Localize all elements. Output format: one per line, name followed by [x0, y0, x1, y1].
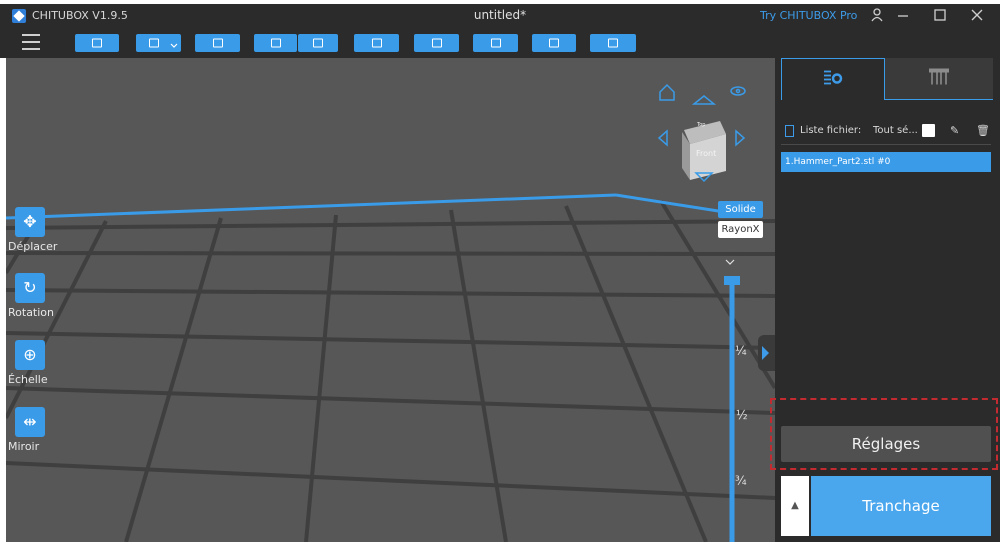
tool-move[interactable]: ✥ Déplacer: [8, 207, 68, 253]
rotate-icon[interactable]: ↻: [15, 273, 45, 303]
layer-slider-handle[interactable]: [724, 276, 740, 285]
file-list-header: Liste fichier: Tout sé... ✎ 🗑: [785, 124, 995, 140]
select-all-checkbox[interactable]: [922, 124, 935, 137]
auto-arrange-icon[interactable]: [195, 34, 240, 52]
chevron-down-icon: [725, 259, 735, 265]
slider-quarter-label: ¼: [735, 344, 747, 358]
trash-icon[interactable]: 🗑: [976, 124, 990, 137]
build-plate-grid: [6, 83, 775, 542]
tool-scale[interactable]: ⊕ Échelle: [8, 340, 68, 386]
slice-button[interactable]: Tranchage: [811, 476, 991, 536]
tool-mirror[interactable]: ⇹ Miroir: [8, 407, 68, 453]
main-toolbar: [0, 28, 1000, 58]
dig-hole-icon[interactable]: [532, 34, 576, 52]
render-mode-solid[interactable]: Solide: [718, 201, 763, 218]
list-gear-icon: [823, 69, 843, 90]
close-icon[interactable]: [962, 6, 992, 26]
tab-model-settings[interactable]: [781, 58, 885, 100]
view-cube-front-label[interactable]: Front: [696, 149, 716, 158]
divider: [781, 144, 991, 145]
edit-icon[interactable]: ✎: [950, 124, 959, 137]
slider-three-quarter-label: ¾: [735, 474, 747, 488]
list-item[interactable]: 1.Hammer_Part2.stl #0: [781, 152, 991, 172]
save-icon[interactable]: [136, 34, 181, 52]
minimize-icon[interactable]: [888, 6, 918, 26]
chevron-right-icon: [762, 346, 769, 360]
group-icon[interactable]: [414, 34, 459, 52]
scale-icon[interactable]: ⊕: [15, 340, 45, 370]
view-cube-top-label[interactable]: Top: [697, 122, 705, 128]
hollow-icon[interactable]: [473, 34, 518, 52]
hamburger-menu-icon[interactable]: [22, 34, 40, 50]
tab-support[interactable]: [885, 58, 993, 100]
open-file-icon[interactable]: [75, 34, 119, 52]
try-pro-link[interactable]: Try CHITUBOX Pro: [760, 9, 857, 22]
tool-scale-label: Échelle: [8, 373, 48, 386]
render-mode-xray[interactable]: RayonX: [718, 221, 763, 238]
add-model-icon[interactable]: [590, 34, 636, 52]
3d-viewport[interactable]: Front Top ¼ ½ ¾ ✥ Déplacer ↻ Rotation ⊕ …: [6, 58, 775, 542]
title-bar: CHITUBOX V1.9.5 untitled* Try CHITUBOX P…: [0, 4, 1000, 28]
undo-icon[interactable]: [254, 34, 297, 52]
slider-half-label: ½: [736, 408, 748, 422]
tool-move-label: Déplacer: [8, 240, 58, 253]
move-icon[interactable]: ✥: [15, 207, 45, 237]
redo-icon[interactable]: [298, 34, 338, 52]
panel-collapse-tab[interactable]: [758, 335, 775, 371]
user-icon[interactable]: [868, 6, 886, 26]
file-list-label: Liste fichier:: [800, 125, 862, 136]
highlight-annotation: [770, 398, 998, 470]
slice-options-button[interactable]: ▲: [781, 476, 809, 536]
select-all-label: Tout sé...: [873, 125, 918, 136]
maximize-icon[interactable]: [925, 6, 955, 26]
document-icon: [785, 125, 794, 137]
tool-mirror-label: Miroir: [8, 440, 40, 453]
tool-rotate[interactable]: ↻ Rotation: [8, 273, 68, 319]
support-icon: [928, 67, 950, 90]
mirror-icon[interactable]: ⇹: [15, 407, 45, 437]
tool-rotate-label: Rotation: [8, 306, 55, 319]
copy-icon[interactable]: [354, 34, 399, 52]
